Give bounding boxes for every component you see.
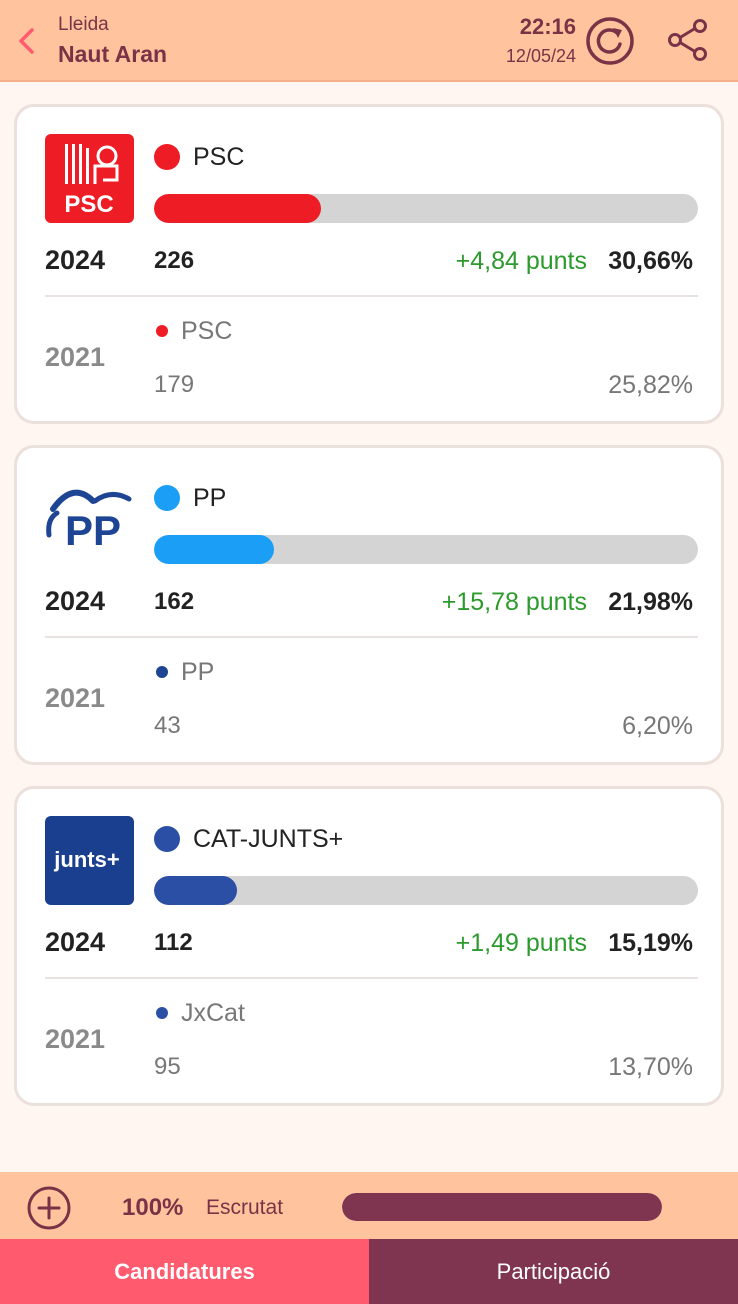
svg-text:PSC: PSC: [64, 191, 113, 218]
header-bar: Lleida Naut Aran 22:16 12/05/24: [0, 0, 738, 82]
votes-previous: 43: [154, 712, 181, 739]
scrutiny-progress: [342, 1193, 662, 1221]
change-points: +1,49 punts: [455, 929, 587, 957]
svg-text:PP: PP: [65, 507, 121, 554]
share-icon[interactable]: [666, 18, 710, 62]
year-current: 2024: [45, 927, 106, 957]
refresh-icon[interactable]: [585, 16, 635, 66]
votes-current: 112: [154, 929, 193, 956]
party-name: CAT-JUNTS+: [193, 825, 344, 853]
party-name-previous: PSC: [181, 317, 233, 345]
tab-candidatures[interactable]: Candidatures: [0, 1239, 369, 1304]
votes-previous: 95: [154, 1053, 181, 1080]
vote-share-fill: [154, 535, 274, 564]
plus-circle-icon[interactable]: [26, 1185, 72, 1231]
vote-share-bar: [154, 194, 698, 223]
update-time: 22:16: [519, 14, 576, 39]
update-date: 12/05/24: [505, 46, 576, 66]
scrutiny-label: Escrutat: [206, 1196, 284, 1219]
pp-logo-icon: PP: [46, 489, 132, 554]
party-name: PSC: [193, 143, 245, 171]
votes-current: 162: [154, 588, 195, 615]
change-points: +4,84 punts: [455, 247, 587, 275]
vote-share-fill: [154, 194, 321, 223]
party-color-dot: [154, 826, 180, 852]
year-current: 2024: [45, 586, 106, 616]
vote-share-bar: [154, 876, 698, 905]
back-chevron-icon[interactable]: [14, 24, 40, 58]
junts-logo-icon: junts+: [45, 816, 134, 905]
party-color-dot: [154, 144, 180, 170]
result-card-pp[interactable]: PP PP 2024 162 +15,78 punts 21,98% 2021 …: [14, 445, 724, 765]
divider: [45, 977, 698, 979]
scrutiny-percent: 100%: [122, 1194, 184, 1221]
result-card-psc[interactable]: PSC PSC 2024 226 +4,84 punts 30,66% 2021…: [14, 104, 724, 424]
divider: [45, 295, 698, 297]
vote-share-fill: [154, 876, 237, 905]
region-name: Lleida: [58, 14, 109, 35]
votes-current: 226: [154, 247, 195, 274]
scrutiny-bar: 100% Escrutat: [0, 1172, 738, 1239]
result-card-junts[interactable]: junts+ CAT-JUNTS+ 2024 112 +1,49 punts 1…: [14, 786, 724, 1106]
year-current: 2024: [45, 245, 106, 275]
party-name: PP: [193, 484, 227, 512]
svg-text:junts+: junts+: [53, 847, 119, 872]
percent-previous: 13,70%: [608, 1053, 693, 1081]
year-previous: 2021: [45, 342, 106, 372]
votes-previous: 179: [154, 371, 195, 398]
party-color-dot-previous: [156, 666, 168, 678]
party-color-dot-previous: [156, 1007, 168, 1019]
party-color-dot-previous: [156, 325, 168, 337]
percent-current: 30,66%: [608, 247, 693, 275]
party-name-previous: PP: [181, 658, 215, 686]
psc-logo-icon: PSC: [45, 134, 134, 223]
year-previous: 2021: [45, 1024, 106, 1054]
tab-participacio[interactable]: Participació: [369, 1239, 738, 1304]
party-name-previous: JxCat: [181, 999, 245, 1027]
party-color-dot: [154, 485, 180, 511]
change-points: +15,78 punts: [441, 588, 587, 616]
percent-previous: 6,20%: [622, 712, 693, 740]
divider: [45, 636, 698, 638]
percent-previous: 25,82%: [608, 371, 693, 399]
vote-share-bar: [154, 535, 698, 564]
year-previous: 2021: [45, 683, 106, 713]
municipality-name: Naut Aran: [58, 41, 168, 67]
percent-current: 15,19%: [608, 929, 693, 957]
scrutiny-progress-fill: [342, 1193, 662, 1221]
percent-current: 21,98%: [608, 588, 693, 616]
